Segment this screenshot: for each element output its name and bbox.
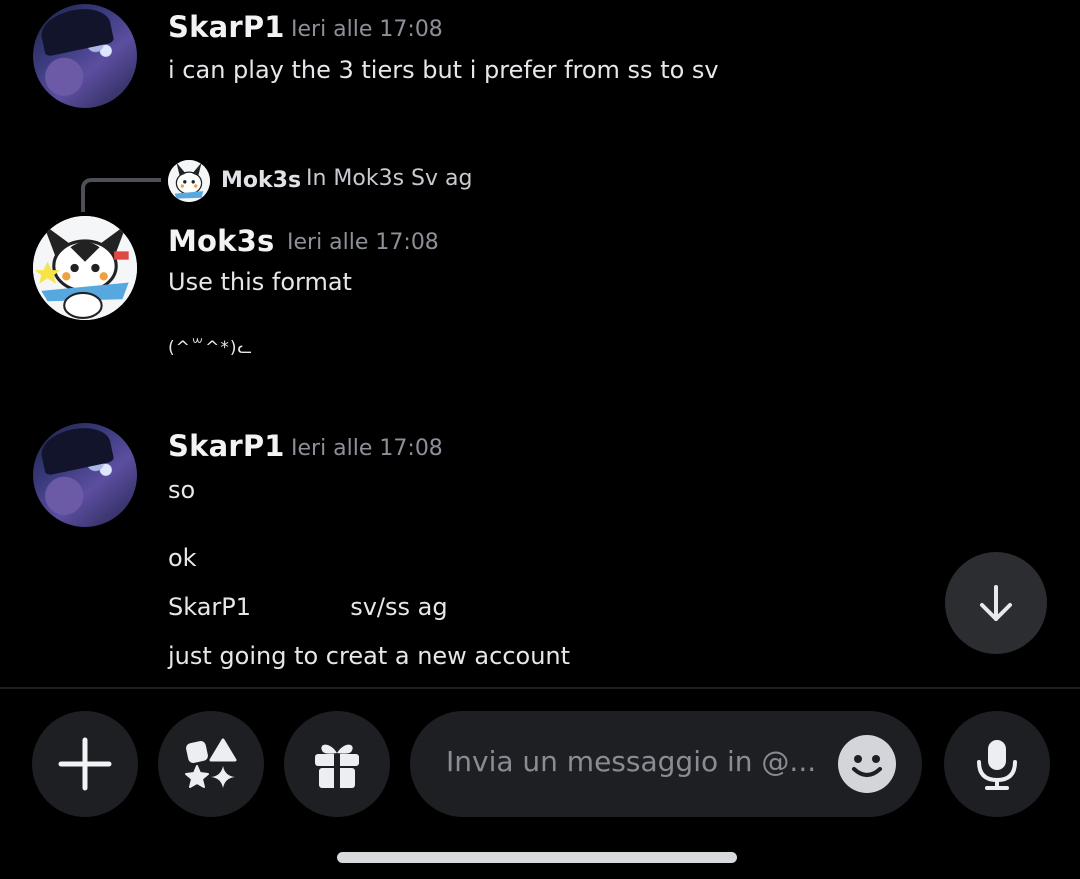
gift-icon: [315, 744, 359, 788]
message-username[interactable]: SkarP1: [168, 429, 285, 463]
reply-preview[interactable]: In Mok3s Sv ag: [306, 166, 472, 191]
message-timestamp: Ieri alle 17:08: [291, 17, 443, 42]
message-username[interactable]: SkarP1: [168, 10, 285, 44]
message-text[interactable]: ok: [168, 544, 197, 572]
home-indicator[interactable]: [337, 852, 737, 863]
add-attachment-button[interactable]: [32, 711, 138, 817]
emoji-icon: [852, 755, 882, 777]
scroll-to-bottom-button[interactable]: [945, 552, 1047, 654]
message-timestamp: Ieri alle 17:08: [287, 230, 439, 255]
message-input[interactable]: Invia un messaggio in @...: [410, 711, 922, 817]
message-text[interactable]: just going to creat a new account: [168, 642, 570, 670]
microphone-icon: [977, 740, 1017, 790]
reply-username[interactable]: Mok3s: [221, 168, 301, 193]
message-text[interactable]: SkarP1 sv/ss ag: [168, 593, 448, 621]
apps-button[interactable]: [158, 711, 264, 817]
plus-icon: [58, 737, 112, 791]
message-text[interactable]: so: [168, 476, 195, 504]
apps-icon: [185, 738, 237, 788]
avatar-skarp1[interactable]: [33, 423, 137, 527]
chat-screen: SkarP1 Ieri alle 17:08 i can play the 3 …: [0, 0, 1080, 879]
message-kaomoji[interactable]: (^꒳^*)ᓚ: [168, 336, 253, 358]
message-text[interactable]: Use this format: [168, 268, 352, 296]
reply-connector: [81, 178, 161, 212]
reply-avatar[interactable]: [168, 160, 210, 202]
arrow-down-icon: [980, 585, 1012, 621]
emoji-button[interactable]: [838, 735, 896, 793]
voice-message-button[interactable]: [944, 711, 1050, 817]
message-timestamp: Ieri alle 17:08: [291, 436, 443, 461]
message-username[interactable]: Mok3s: [168, 224, 275, 258]
avatar-skarp1[interactable]: [33, 4, 137, 108]
message-text[interactable]: i can play the 3 tiers but i prefer from…: [168, 56, 719, 84]
composer-divider: [0, 687, 1080, 689]
avatar-mok3s[interactable]: [33, 216, 137, 320]
gift-button[interactable]: [284, 711, 390, 817]
message-input-placeholder: Invia un messaggio in @...: [446, 745, 817, 778]
